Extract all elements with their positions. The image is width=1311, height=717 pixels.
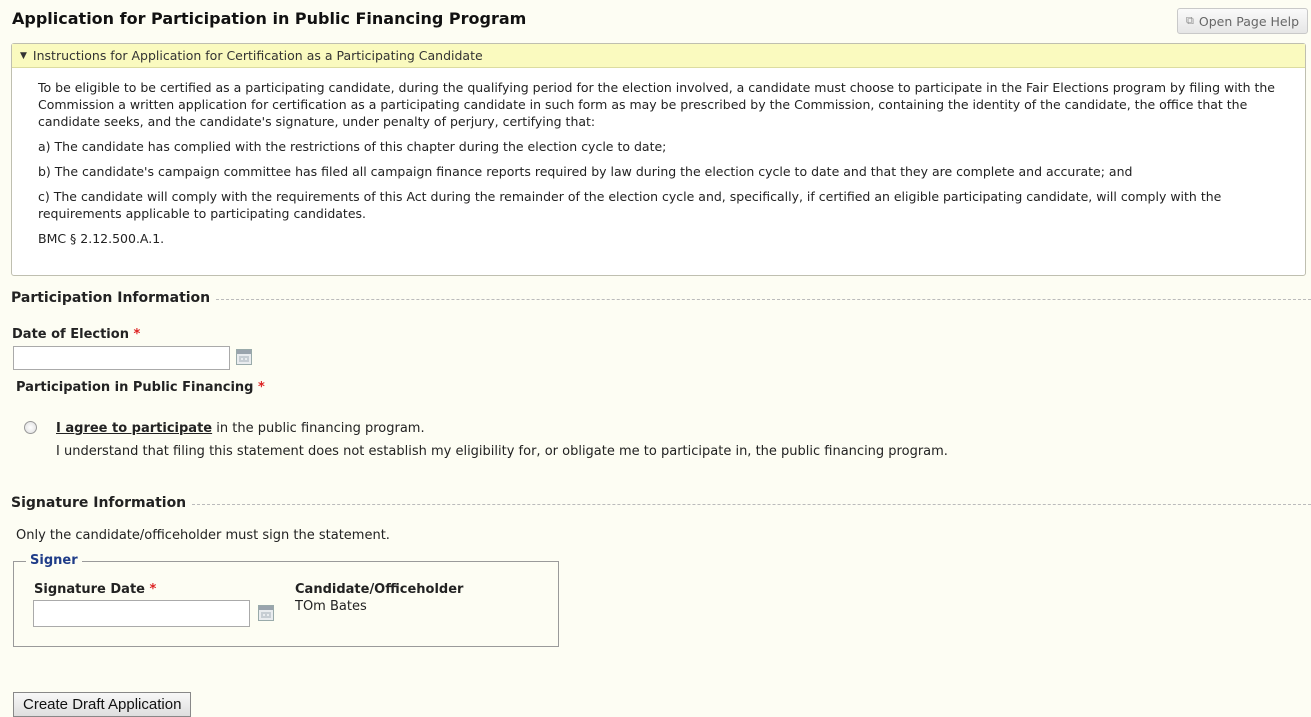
instructions-citation: BMC § 2.12.500.A.1. xyxy=(38,231,165,246)
participation-section-label: Participation Information xyxy=(11,290,211,306)
instructions-body: To be eligible to be certified as a part… xyxy=(12,68,1305,247)
instructions-panel: ▼ Instructions for Application for Certi… xyxy=(11,43,1306,276)
candidate-name: TOm Bates xyxy=(295,599,367,614)
date-of-election-text: Date of Election xyxy=(12,327,129,342)
caret-down-icon: ▼ xyxy=(20,50,27,61)
agree-radio[interactable] xyxy=(24,421,37,434)
agree-statement: I agree to participate in the public fin… xyxy=(56,421,425,436)
instructions-intro: To be eligible to be certified as a part… xyxy=(38,80,1275,129)
date-of-election-label: Date of Election * xyxy=(12,327,140,342)
help-button-label: Open Page Help xyxy=(1198,13,1299,29)
calendar-icon[interactable] xyxy=(236,349,252,365)
instructions-header: Instructions for Application for Certifi… xyxy=(32,48,483,63)
section-divider xyxy=(192,504,1311,505)
instructions-item-b: b) The candidate's campaign committee ha… xyxy=(38,164,1133,179)
participation-section-title: Participation Information xyxy=(11,290,1311,306)
signature-date-text: Signature Date xyxy=(34,582,145,597)
create-draft-application-button[interactable]: Create Draft Application xyxy=(13,692,192,717)
agree-note: I understand that filing this statement … xyxy=(56,444,948,459)
instructions-item-c: c) The candidate will comply with the re… xyxy=(38,189,1222,221)
instructions-item-a: a) The candidate has complied with the r… xyxy=(38,139,667,154)
section-divider xyxy=(216,299,1311,300)
required-marker: * xyxy=(149,582,157,597)
required-marker: * xyxy=(133,327,141,342)
candidate-role-label: Candidate/Officeholder xyxy=(295,582,464,597)
date-of-election-input[interactable] xyxy=(13,346,230,370)
public-financing-text: Participation in Public Financing xyxy=(16,380,254,395)
required-marker: * xyxy=(258,380,265,395)
agree-rest-text: in the public financing program. xyxy=(212,421,425,436)
signature-date-label: Signature Date * xyxy=(34,582,156,597)
signature-date-input[interactable] xyxy=(33,600,250,627)
signature-section-title: Signature Information xyxy=(11,495,1311,511)
calendar-icon[interactable] xyxy=(258,605,274,621)
agree-link[interactable]: I agree to participate xyxy=(56,421,212,436)
signature-section-label: Signature Information xyxy=(11,495,187,511)
public-financing-label: Participation in Public Financing * xyxy=(16,380,265,395)
signer-legend: Signer xyxy=(26,553,82,568)
instructions-toggle[interactable]: ▼ Instructions for Application for Certi… xyxy=(12,44,1305,68)
open-page-help-button[interactable]: ⧉ Open Page Help xyxy=(1177,8,1308,34)
external-window-icon: ⧉ xyxy=(1186,14,1194,27)
page-title: Application for Participation in Public … xyxy=(12,9,527,28)
signature-note: Only the candidate/officeholder must sig… xyxy=(16,528,390,543)
